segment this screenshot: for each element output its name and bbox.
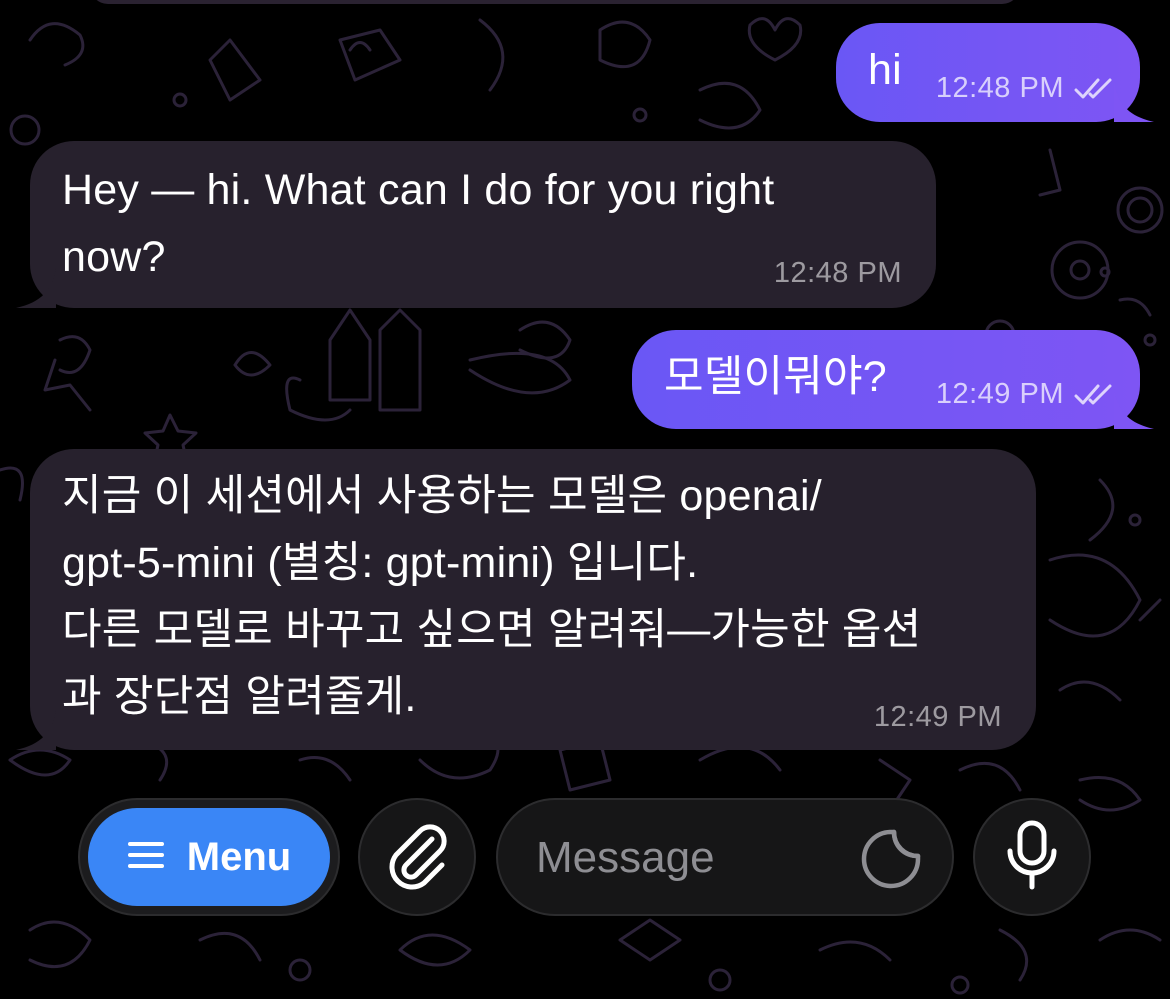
attach-button[interactable] <box>358 798 476 916</box>
paperclip-icon <box>384 819 450 896</box>
message-text: hi <box>868 46 902 94</box>
message-line: 지금 이 세션에서 사용하는 모델은 openai/ <box>62 472 822 520</box>
message-meta: 12:48 PM <box>936 72 1116 105</box>
message-time: 12:48 PM <box>935 72 1064 104</box>
chat-screen: hi 12:48 PM Hey — hi. What can I do for … <box>0 0 1170 999</box>
message-time: 12:49 PM <box>873 701 1002 733</box>
message-meta: 12:49 PM <box>936 378 1116 411</box>
bubble-tail <box>1114 82 1154 122</box>
message-line: gpt-5-mini (별칭: gpt-mini) 입니다. <box>62 539 699 587</box>
message-line: 과 장단점 알려줄게. <box>62 673 417 721</box>
previous-message-edge <box>90 0 1020 4</box>
message-time: 12:48 PM <box>773 257 902 289</box>
message-text: 모델이뭐야? <box>664 353 887 401</box>
message-meta: 12:48 PM <box>774 257 902 290</box>
message-meta: 12:49 PM <box>874 701 1002 734</box>
double-check-icon <box>1074 382 1116 408</box>
menu-button[interactable]: Menu <box>88 808 330 906</box>
bubble-tail <box>1114 389 1154 429</box>
outgoing-message[interactable]: hi 12:48 PM <box>836 23 1154 122</box>
message-text: 지금 이 세션에서 사용하는 모델은 openai/ gpt-5-mini (별… <box>62 463 921 731</box>
composer-bar: Menu <box>0 790 1170 920</box>
message-line: now? <box>62 233 166 281</box>
message-input[interactable] <box>534 822 848 894</box>
sticker-icon[interactable] <box>860 828 922 890</box>
message-line: 다른 모델로 바꾸고 싶으면 알려줘—가능한 옵션 <box>62 606 922 654</box>
double-check-icon <box>1074 76 1116 102</box>
message-text: Hey — hi. What can I do for you right no… <box>62 157 774 291</box>
message-line: Hey — hi. What can I do for you right <box>62 166 775 214</box>
incoming-message[interactable]: Hey — hi. What can I do for you right no… <box>16 141 936 308</box>
incoming-message[interactable]: 지금 이 세션에서 사용하는 모델은 openai/ gpt-5-mini (별… <box>16 449 1036 750</box>
voice-record-button[interactable] <box>973 798 1091 916</box>
microphone-icon <box>1004 819 1060 896</box>
hamburger-icon <box>127 835 165 880</box>
message-time: 12:49 PM <box>935 378 1064 410</box>
bubble-tail <box>16 268 56 308</box>
message-input-container[interactable] <box>496 798 954 916</box>
bubble-tail <box>16 710 56 750</box>
outgoing-message[interactable]: 모델이뭐야? 12:49 PM <box>632 330 1154 429</box>
menu-button-label: Menu <box>186 834 292 879</box>
